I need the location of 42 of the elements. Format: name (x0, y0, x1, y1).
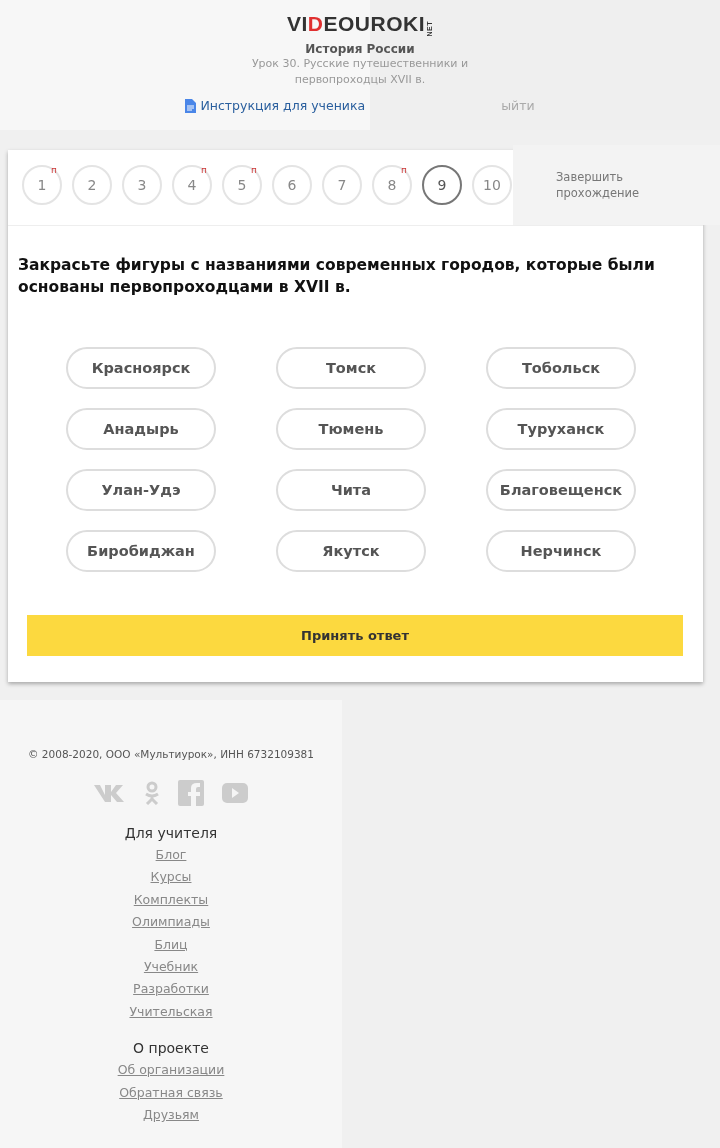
question-number[interactable]: 6 (272, 165, 312, 205)
answer-option[interactable]: Тобольск (486, 347, 636, 389)
answer-option[interactable]: Красноярск (66, 347, 216, 389)
answer-option[interactable]: Чита (276, 469, 426, 511)
footer-link[interactable]: Разработки (133, 978, 209, 1001)
video-play-icon[interactable] (222, 783, 248, 803)
answer-option[interactable]: Анадырь (66, 408, 216, 450)
question-number[interactable]: 2 (72, 165, 112, 205)
footer-link[interactable]: Учебник (143, 956, 199, 979)
answer-option[interactable]: Тюмень (276, 408, 426, 450)
answer-option[interactable]: Биробиджан (66, 530, 216, 572)
answer-option[interactable]: Томск (276, 347, 426, 389)
ok-icon[interactable] (144, 781, 160, 805)
answer-option[interactable]: Якутск (276, 530, 426, 572)
answer-option[interactable]: Улан-Удэ (66, 469, 216, 511)
instruction-link[interactable]: Инструкция для ученика (185, 98, 366, 113)
lesson-title: Урок 30. Русские путешественники и первопроходцы XVII в. (250, 56, 470, 88)
copyright-text: © 2008-2020, ООО «Мультиурок», ИНН 6732109381 (28, 748, 314, 760)
question-number[interactable]: 7 (322, 165, 362, 205)
question-text: Закрасьте фигуры с названиями современных городов, которые были основаны первопроходцами в XVII в. (18, 255, 656, 298)
course-title: История России (305, 42, 415, 56)
footer-link[interactable]: Олимпиады (132, 911, 210, 934)
answer-option[interactable]: Нерчинск (486, 530, 636, 572)
submit-button[interactable]: Принять ответ (27, 615, 683, 656)
facebook-icon[interactable] (178, 780, 204, 806)
answer-option[interactable]: Туруханск (486, 408, 636, 450)
footer-link[interactable]: Об организации (117, 1059, 225, 1082)
footer-heading: Для учителя (124, 824, 218, 843)
document-icon (185, 98, 197, 113)
footer-link[interactable]: Блог (155, 844, 187, 867)
footer-link[interactable]: Друзьям (142, 1104, 199, 1127)
footer-link[interactable]: Курсы (150, 866, 192, 889)
vk-icon[interactable] (94, 784, 126, 802)
footer-link[interactable]: Блиц (154, 933, 188, 957)
question-number[interactable]: 10 (472, 165, 512, 205)
question-number[interactable]: 3 (122, 165, 162, 205)
footer-link[interactable]: Обратная связь (119, 1081, 223, 1105)
question-number[interactable]: 9 (422, 165, 462, 205)
answer-option[interactable]: Благовещенск (486, 469, 636, 511)
footer-heading: О проекте (133, 1039, 209, 1059)
footer-link[interactable]: Учительская (129, 1000, 213, 1024)
footer-link[interactable]: Комплекты (133, 888, 209, 912)
